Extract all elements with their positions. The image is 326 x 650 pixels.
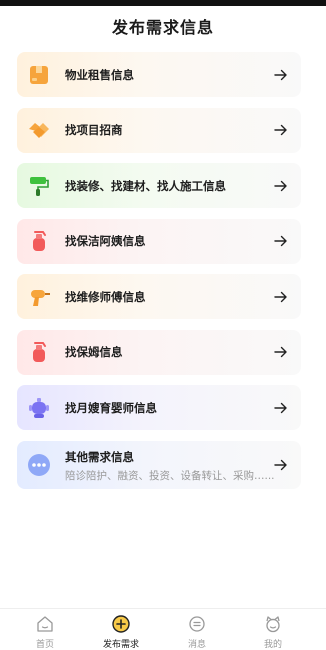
home-icon [37,616,53,632]
spray-bottle-icon [33,231,46,251]
drill-icon [31,289,50,306]
arrow-right-icon [274,124,287,136]
list-item-cleaner[interactable]: 找保洁阿姨信息 [17,218,301,264]
arrow-right-icon [274,235,287,247]
list-item-other[interactable]: 其他需求信息 陪诊陪护、融资、投资、设备转让、采购…... [17,440,301,489]
tab-profile[interactable]: 我的 [243,609,303,650]
item-label: 找保洁阿姨信息 [65,234,146,248]
tab-messages[interactable]: 消息 [167,609,227,650]
list-item-maternity[interactable]: 找月嫂育婴师信息 [17,385,301,430]
bottom-tab-bar: 首页 发布需求 消息 我的 [0,608,326,650]
spray-bottle-icon [33,342,46,362]
arrow-right-icon [274,346,287,358]
list-item-property[interactable]: 物业租售信息 [17,52,301,97]
tab-label: 我的 [263,640,282,650]
list-item-repair[interactable]: 找维修师傅信息 [17,274,301,319]
handshake-icon [29,123,49,138]
status-bar [0,0,326,6]
page-title: 发布需求信息 [111,18,214,37]
tab-label: 发布需求 [102,640,139,650]
tab-label: 首页 [35,640,54,650]
tab-publish[interactable]: 发布需求 [91,609,151,650]
tab-label: 消息 [187,640,206,650]
arrow-right-icon [274,291,287,302]
demand-list: 物业租售信息 找项目招商 找装修、找建材、找人施工信息 找保洁阿姨信息 找维修师… [17,52,301,499]
item-label: 其他需求信息 [65,449,134,464]
item-label: 找装修、找建材、找人施工信息 [65,178,226,193]
message-icon [189,616,205,632]
list-item-investment[interactable]: 找项目招商 [17,107,301,153]
arrow-right-icon [274,69,287,80]
tab-home[interactable]: 首页 [15,609,75,650]
paint-roller-icon [30,176,49,196]
profile-icon [266,616,280,633]
item-label: 找保姆信息 [65,345,123,359]
arrow-right-icon [274,402,287,413]
item-label: 找项目招商 [65,123,123,137]
item-label: 找维修师傅信息 [65,289,146,304]
arrow-right-icon [274,459,287,470]
arrow-right-icon [274,180,287,191]
publish-plus-icon [112,615,130,633]
property-box-icon [30,65,48,84]
item-label: 找月嫂育婴师信息 [65,400,157,415]
item-label: 物业租售信息 [65,67,134,82]
more-dots-icon [28,453,50,476]
baby-robot-icon [29,397,49,418]
item-subtitle: 陪诊陪护、融资、投资、设备转让、采购…... [65,469,275,482]
list-item-decoration[interactable]: 找装修、找建材、找人施工信息 [17,163,301,208]
list-item-nanny[interactable]: 找保姆信息 [17,329,301,375]
